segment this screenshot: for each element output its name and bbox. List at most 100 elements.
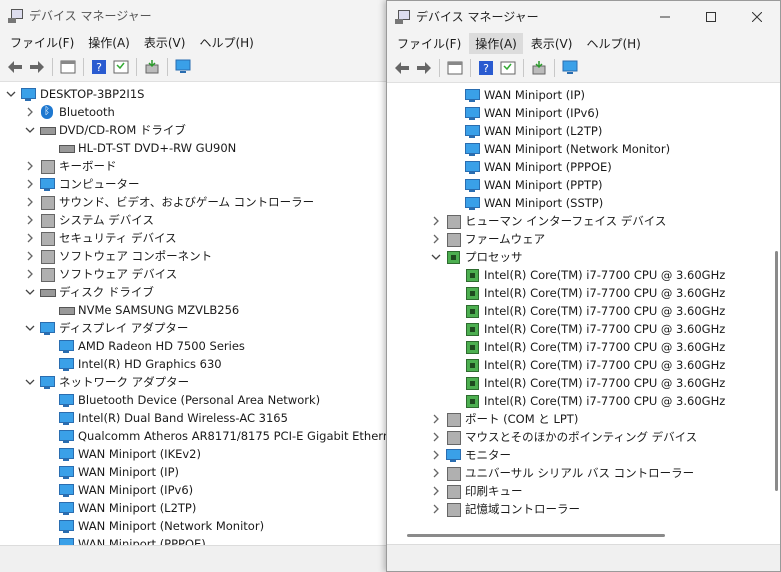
chevron-right-icon[interactable]	[24, 160, 36, 172]
tree-item[interactable]: システム デバイス	[0, 211, 388, 229]
chevron-right-icon[interactable]	[430, 413, 442, 425]
chevron-down-icon[interactable]	[24, 124, 36, 136]
tree-item[interactable]: Qualcomm Atheros AR8171/8175 PCI-E Gigab…	[0, 427, 388, 445]
action-pane-icon[interactable]	[499, 59, 517, 77]
chevron-right-icon[interactable]	[430, 449, 442, 461]
tree-item[interactable]: Intel(R) Core(TM) i7-7700 CPU @ 3.60GHz	[387, 266, 780, 284]
menu-help[interactable]: ヘルプ(H)	[580, 33, 646, 54]
tree-item[interactable]: ᛒ Bluetooth	[0, 103, 388, 121]
tree-item[interactable]: AMD Radeon HD 7500 Series	[0, 337, 388, 355]
minimize-button[interactable]	[642, 1, 688, 32]
tree-item[interactable]: プロセッサ	[387, 248, 780, 266]
tree-item[interactable]: ユニバーサル シリアル バス コントローラー	[387, 464, 780, 482]
tree-item[interactable]: ファームウェア	[387, 230, 780, 248]
tree-item[interactable]: ディスプレイ アダプター	[0, 319, 388, 337]
tree-item[interactable]: ポート (COM と LPT)	[387, 410, 780, 428]
tree-item[interactable]: WAN Miniport (L2TP)	[0, 499, 388, 517]
tree-item[interactable]: Intel(R) Core(TM) i7-7700 CPU @ 3.60GHz	[387, 320, 780, 338]
update-driver-icon[interactable]	[530, 59, 548, 77]
properties-window-icon[interactable]	[59, 58, 77, 76]
menu-file[interactable]: ファイル(F)	[4, 32, 80, 53]
tree-item[interactable]: WAN Miniport (Network Monitor)	[387, 140, 780, 158]
maximize-button[interactable]	[688, 1, 734, 32]
tree-item[interactable]: Intel(R) Core(TM) i7-7700 CPU @ 3.60GHz	[387, 392, 780, 410]
tree-item[interactable]: キーボード	[0, 157, 388, 175]
tree-item[interactable]: NVMe SAMSUNG MZVLB256	[0, 301, 388, 319]
chevron-right-icon[interactable]	[430, 467, 442, 479]
tree-item[interactable]: ネットワーク アダプター	[0, 373, 388, 391]
tree-item[interactable]: ソフトウェア コンポーネント	[0, 247, 388, 265]
tree-item[interactable]: ソフトウェア デバイス	[0, 265, 388, 283]
forward-arrow-icon[interactable]	[28, 58, 46, 76]
tree-item[interactable]: 記憶域コントローラー	[387, 500, 780, 518]
tree-item[interactable]: Intel(R) Dual Band Wireless-AC 3165	[0, 409, 388, 427]
menu-view[interactable]: 表示(V)	[138, 32, 192, 53]
tree-item[interactable]: WAN Miniport (L2TP)	[387, 122, 780, 140]
tree-item[interactable]: コンピューター	[0, 175, 388, 193]
chevron-right-icon[interactable]	[24, 196, 36, 208]
chevron-right-icon[interactable]	[24, 178, 36, 190]
scan-hardware-icon[interactable]	[561, 59, 579, 77]
title-bar[interactable]: デバイス マネージャー	[0, 0, 388, 31]
tree-item[interactable]: Intel(R) Core(TM) i7-7700 CPU @ 3.60GHz	[387, 302, 780, 320]
forward-arrow-icon[interactable]	[415, 59, 433, 77]
tree-item[interactable]: DVD/CD-ROM ドライブ	[0, 121, 388, 139]
tree-item[interactable]: WAN Miniport (Network Monitor)	[0, 517, 388, 535]
scan-hardware-icon[interactable]	[174, 58, 192, 76]
update-driver-icon[interactable]	[143, 58, 161, 76]
menu-view[interactable]: 表示(V)	[525, 33, 579, 54]
chevron-down-icon[interactable]	[24, 286, 36, 298]
tree-item[interactable]: DESKTOP-3BP2I1S	[0, 85, 388, 103]
chevron-right-icon[interactable]	[24, 232, 36, 244]
tree-item[interactable]: HL-DT-ST DVD+-RW GU90N	[0, 139, 388, 157]
chevron-right-icon[interactable]	[430, 485, 442, 497]
tree-item[interactable]: WAN Miniport (IP)	[387, 86, 780, 104]
tree-item[interactable]: Intel(R) Core(TM) i7-7700 CPU @ 3.60GHz	[387, 284, 780, 302]
chevron-down-icon[interactable]	[430, 251, 442, 263]
properties-window-icon[interactable]	[446, 59, 464, 77]
chevron-down-icon[interactable]	[5, 88, 17, 100]
chevron-right-icon[interactable]	[430, 233, 442, 245]
tree-item[interactable]: WAN Miniport (IPv6)	[387, 104, 780, 122]
chevron-right-icon[interactable]	[24, 214, 36, 226]
chevron-right-icon[interactable]	[430, 503, 442, 515]
chevron-down-icon[interactable]	[24, 376, 36, 388]
tree-item[interactable]: Intel(R) Core(TM) i7-7700 CPU @ 3.60GHz	[387, 356, 780, 374]
menu-help[interactable]: ヘルプ(H)	[193, 32, 259, 53]
tree-item[interactable]: WAN Miniport (PPPOE)	[387, 158, 780, 176]
help-icon[interactable]: ?	[477, 59, 495, 77]
tree-item[interactable]: WAN Miniport (IPv6)	[0, 481, 388, 499]
title-bar[interactable]: デバイス マネージャー	[387, 1, 780, 32]
tree-item[interactable]: Bluetooth Device (Personal Area Network)	[0, 391, 388, 409]
tree-item[interactable]: Intel(R) HD Graphics 630	[0, 355, 388, 373]
tree-item[interactable]: WAN Miniport (PPTP)	[387, 176, 780, 194]
chevron-right-icon[interactable]	[24, 106, 36, 118]
close-button[interactable]	[734, 1, 780, 32]
tree-item[interactable]: 印刷キュー	[387, 482, 780, 500]
tree-item[interactable]: Intel(R) Core(TM) i7-7700 CPU @ 3.60GHz	[387, 374, 780, 392]
chevron-right-icon[interactable]	[430, 431, 442, 443]
horizontal-scrollbar[interactable]	[407, 534, 665, 537]
chevron-right-icon[interactable]	[24, 268, 36, 280]
back-arrow-icon[interactable]	[393, 59, 411, 77]
menu-action[interactable]: 操作(A)	[469, 32, 523, 54]
tree-item[interactable]: WAN Miniport (IKEv2)	[0, 445, 388, 463]
tree-item[interactable]: モニター	[387, 446, 780, 464]
chevron-right-icon[interactable]	[24, 250, 36, 262]
back-arrow-icon[interactable]	[6, 58, 24, 76]
tree-item[interactable]: セキュリティ デバイス	[0, 229, 388, 247]
tree-item[interactable]: マウスとそのほかのポインティング デバイス	[387, 428, 780, 446]
chevron-right-icon[interactable]	[430, 215, 442, 227]
menu-action[interactable]: 操作(A)	[82, 32, 136, 53]
action-pane-icon[interactable]	[112, 58, 130, 76]
chevron-down-icon[interactable]	[24, 322, 36, 334]
tree-item[interactable]: WAN Miniport (SSTP)	[387, 194, 780, 212]
tree-item[interactable]: サウンド、ビデオ、およびゲーム コントローラー	[0, 193, 388, 211]
help-icon[interactable]: ?	[90, 58, 108, 76]
tree-item[interactable]: Intel(R) Core(TM) i7-7700 CPU @ 3.60GHz	[387, 338, 780, 356]
tree-item[interactable]: ヒューマン インターフェイス デバイス	[387, 212, 780, 230]
tree-item[interactable]: ディスク ドライブ	[0, 283, 388, 301]
vertical-scrollbar[interactable]	[775, 251, 778, 491]
menu-file[interactable]: ファイル(F)	[391, 33, 467, 54]
tree-item[interactable]: WAN Miniport (IP)	[0, 463, 388, 481]
